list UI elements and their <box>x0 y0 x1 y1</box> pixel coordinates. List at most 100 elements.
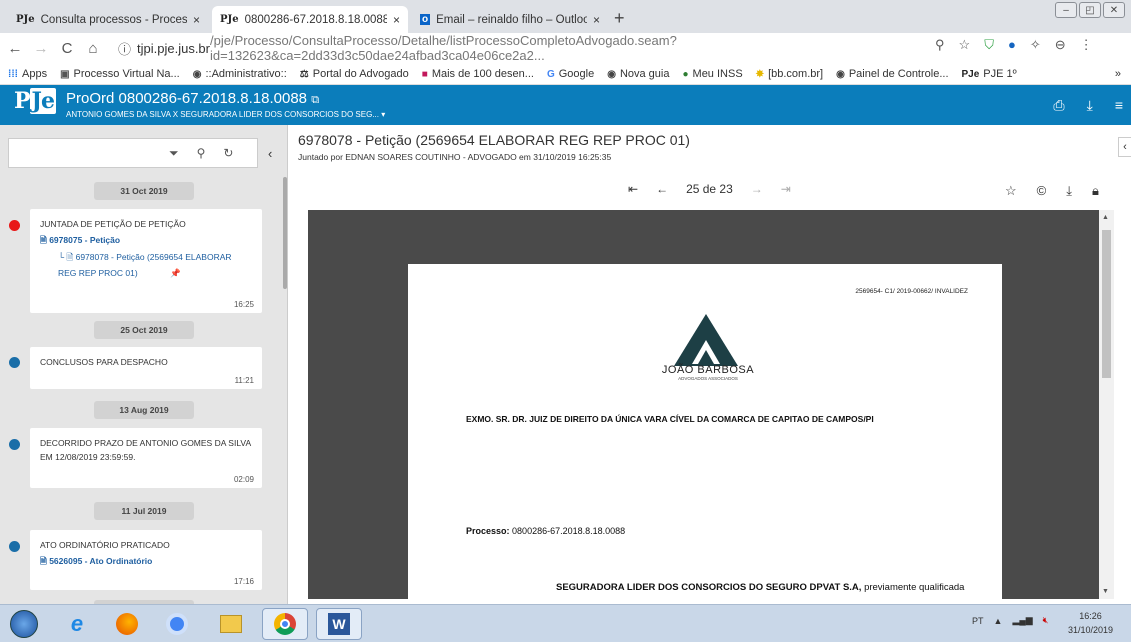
bookmark-item[interactable]: ◉::Administrativo:: <box>193 68 287 80</box>
timeline-event-card[interactable]: JUNTADA DE PETIÇÃO DE PETIÇÃO 🗎 6978075 … <box>30 209 262 313</box>
document-link[interactable]: 🗎 5626095 - Ato Ordinatório <box>40 552 252 570</box>
reload-icon[interactable]: C <box>56 40 78 57</box>
close-icon[interactable]: × <box>393 13 400 27</box>
hamburger-menu-icon[interactable]: ≡ <box>1115 97 1123 114</box>
event-dot-icon <box>9 439 20 450</box>
page-indicator: 25 de 23 <box>686 182 733 196</box>
profile-icon[interactable]: ⊖ <box>1055 37 1066 53</box>
browser-tab[interactable]: PJe Consulta processos - Processo Ju × <box>8 6 208 33</box>
collapse-right-icon[interactable]: ‹ <box>1118 137 1131 157</box>
bookmark-item[interactable]: ◉ Painel de Controle... <box>836 68 948 80</box>
timeline-event-card[interactable]: CONCLUSOS PARA DESPACHO 11:21 <box>30 347 262 389</box>
close-window-button[interactable]: ✕ <box>1103 2 1125 18</box>
header-actions: ⎙ ⤓ ≡ <box>1053 97 1123 114</box>
event-time: 17:16 <box>233 577 254 586</box>
browser-tab-active[interactable]: PJe 0800286-67.2018.8.18.0088 - Pro × <box>212 6 408 33</box>
favorite-star-icon[interactable]: ☆ <box>1005 183 1017 199</box>
pin-extension-icon[interactable]: ✧ <box>1030 37 1041 53</box>
first-page-icon[interactable]: ⇤ <box>628 182 638 196</box>
process-parties[interactable]: ANTONIO GOMES DA SILVA X SEGURADORA LIDE… <box>66 110 385 119</box>
timeline-event-card[interactable]: ATO ORDINATÓRIO PRATICADO 🗎 5626095 - At… <box>30 530 262 590</box>
bookmark-apps[interactable]: ⁞⁞⁞ Apps <box>8 68 47 80</box>
pdf-viewer[interactable]: 2569654- C1/ 2019-00662/ INVALIDEZ JOÃO … <box>308 210 1114 599</box>
chrome-running-icon[interactable] <box>262 608 308 640</box>
clock-time: 16:26 <box>1079 611 1102 621</box>
bookmark-item[interactable]: ✸ [bb.com.br] <box>756 68 823 80</box>
volume-muted-icon[interactable]: 🔇︎ <box>1043 615 1049 626</box>
url-field[interactable]: ⓘ tjpi.pje.jus.br /pje/Processo/Consulta… <box>118 33 963 63</box>
tab-title: Consulta processos - Processo Ju <box>40 13 187 26</box>
scrollbar[interactable] <box>283 177 287 289</box>
search-icon[interactable]: ⚲ <box>197 146 206 161</box>
next-page-icon[interactable]: → <box>751 182 763 196</box>
bookmark-item[interactable]: PJe PJE 1º <box>962 68 1017 80</box>
home-icon[interactable]: ⌂ <box>82 40 104 57</box>
windows-logo-icon <box>10 610 38 638</box>
scroll-down-icon[interactable]: ▼ <box>1102 588 1109 595</box>
clock[interactable]: 16:26 31/10/2019 <box>1068 609 1113 637</box>
process-title[interactable]: ProOrd 0800286-67.2018.8.18.0088 ⧉ <box>66 90 319 107</box>
download-icon[interactable]: ⤓ <box>1087 97 1093 114</box>
copy-icon[interactable]: ⧉ <box>311 94 319 106</box>
bookmark-star-icon[interactable]: ☆ <box>959 37 971 53</box>
bookmark-item[interactable]: ▣ Processo Virtual Na... <box>60 68 180 80</box>
previous-page-icon[interactable]: ← <box>656 182 668 196</box>
timeline-search-input[interactable]: ⏷ ⚲ ↻ <box>8 138 258 168</box>
bookmark-item[interactable]: ◉ Nova guia <box>607 68 669 80</box>
download-icon[interactable]: ⤓ <box>1066 183 1072 199</box>
close-icon[interactable]: × <box>593 13 600 27</box>
date-badge: 11 Jul 2019 <box>94 502 194 520</box>
event-title: DECORRIDO PRAZO DE ANTONIO GOMES DA SILV… <box>40 438 251 462</box>
word-icon[interactable]: W <box>316 608 362 640</box>
bookmark-item[interactable]: G Google <box>547 68 594 80</box>
document-header: 6978078 - Petição (2569654 ELABORAR REG … <box>298 132 1098 162</box>
refresh-icon[interactable]: ↻ <box>223 146 233 161</box>
bookmark-item[interactable]: ■ Mais de 100 desen... <box>422 68 534 80</box>
file-explorer-icon[interactable] <box>208 608 254 640</box>
info-icon[interactable]: ⓘ <box>118 39 131 58</box>
bookmark-item[interactable]: ● Meu INSS <box>682 68 742 80</box>
pje-logo[interactable]: PJe <box>14 88 56 114</box>
maximize-button[interactable]: ◰ <box>1079 2 1101 18</box>
firm-name: JOÃO BARBOSA <box>661 364 755 376</box>
new-tab-button[interactable]: + <box>614 8 625 29</box>
tray-arrow-icon[interactable]: ▲ <box>994 616 1003 626</box>
filter-icon[interactable]: ⏷ <box>169 146 179 161</box>
bookmarks-overflow[interactable]: » <box>1115 68 1121 80</box>
close-icon[interactable]: × <box>193 13 200 27</box>
signal-icon[interactable]: ▂▄▆ <box>1012 615 1032 626</box>
collapse-panel-icon[interactable]: ‹ <box>268 146 272 161</box>
menu-dots-icon[interactable]: ⋮ <box>1080 37 1093 53</box>
print-icon[interactable]: ⎙ <box>1053 97 1064 114</box>
lock-icon[interactable]: 🔒︎ <box>1092 183 1099 199</box>
pink-square-icon: ■ <box>421 68 428 80</box>
chrome-icon[interactable] <box>154 608 200 640</box>
chevron-down-icon[interactable]: ▾ <box>381 110 385 119</box>
event-dot-icon <box>9 357 20 368</box>
extension-icon[interactable]: ● <box>1008 37 1016 53</box>
tab-title: Email – reinaldo filho – Outlook <box>436 13 587 26</box>
start-button[interactable] <box>4 608 44 640</box>
bookmark-item[interactable]: ⚖ Portal do Advogado <box>300 68 409 80</box>
timeline-event-card[interactable]: DECORRIDO PRAZO DE ANTONIO GOMES DA SILV… <box>30 428 262 488</box>
firefox-icon[interactable] <box>104 608 150 640</box>
back-arrow-icon[interactable]: ← <box>4 40 26 57</box>
minimize-button[interactable]: – <box>1055 2 1077 18</box>
scrollbar-thumb[interactable] <box>1102 230 1111 378</box>
copyright-icon[interactable]: © <box>1037 183 1047 199</box>
pdf-scrollbar[interactable]: ▲ ▼ <box>1099 210 1114 599</box>
browser-tab[interactable]: o Email – reinaldo filho – Outlook × <box>412 6 608 33</box>
document-link[interactable]: 🗎 6978075 - Petição <box>40 231 252 249</box>
zoom-icon[interactable]: ⚲ <box>935 37 945 53</box>
sub-document-link[interactable]: └ 🗎 6978078 - Petição (2569654 ELABORAR … <box>40 249 252 281</box>
pin-icon[interactable]: 📌 <box>170 268 181 278</box>
browser-toolbar-icons: ⚲ ☆ ⛉ ● ✧ ⊖ ⋮ <box>935 37 1093 53</box>
language-indicator[interactable]: PT <box>972 616 984 626</box>
shield-extension-icon[interactable]: ⛉ <box>984 37 994 53</box>
pje-favicon-icon: PJe <box>220 14 239 25</box>
last-page-icon[interactable]: ⇥ <box>781 182 791 196</box>
scroll-up-icon[interactable]: ▲ <box>1102 214 1109 221</box>
forward-arrow-icon[interactable]: → <box>30 40 52 57</box>
internet-explorer-icon[interactable]: e <box>54 608 100 640</box>
globe-icon: ◉ <box>192 68 202 80</box>
